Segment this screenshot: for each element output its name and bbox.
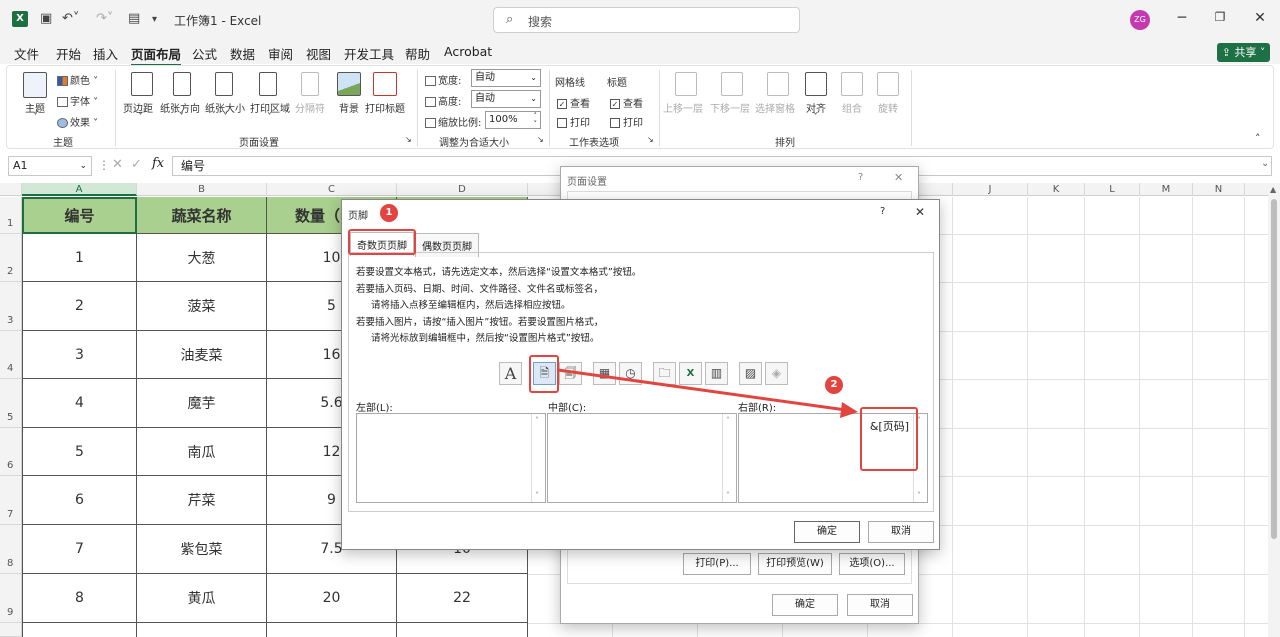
annotation-arrow [557,368,858,418]
arrow-head-icon [840,402,858,418]
arrow-line [557,368,847,412]
